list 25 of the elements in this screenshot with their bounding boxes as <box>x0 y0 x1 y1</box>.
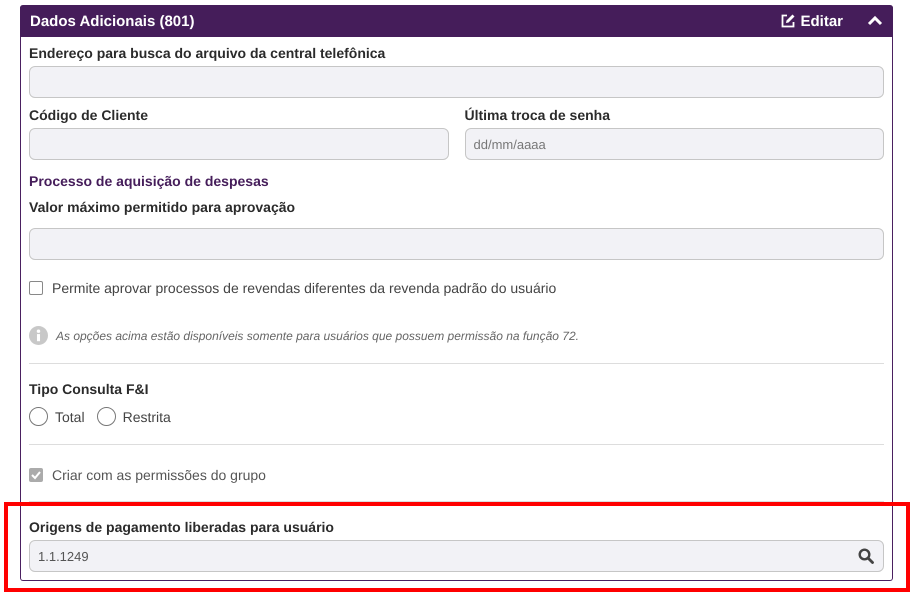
search-icon[interactable] <box>858 548 874 564</box>
radio-button[interactable] <box>29 407 48 426</box>
checkbox-label: Criar com as permissões do grupo <box>52 467 266 483</box>
input-field[interactable] <box>29 228 884 260</box>
info-icon <box>29 326 48 345</box>
field-label: Origens de pagamento liberadas para usuário <box>29 518 335 536</box>
radio-label: Restrita <box>122 408 171 424</box>
section-subheading: Processo de aquisição de despesas <box>29 172 270 190</box>
checkbox[interactable] <box>29 281 43 295</box>
field-label: Tipo Consulta F&I <box>29 380 150 398</box>
search-field[interactable]: 1.1.1249 <box>29 540 884 572</box>
edit-button[interactable]: Editar <box>780 12 843 30</box>
input-field[interactable] <box>29 66 884 98</box>
field-label: Valor máximo permitido para aprovação <box>29 198 296 216</box>
field-label: Código de Cliente <box>29 106 149 124</box>
field-label: Última troca de senha <box>464 106 612 124</box>
date-field[interactable]: dd/mm/aaaa <box>464 128 884 160</box>
radio-button[interactable] <box>96 407 116 426</box>
checkbox-label: Permite aprovar processos de revendas diferentes da revenda padrão do usuário <box>52 280 556 296</box>
radio-label: Total <box>55 408 85 424</box>
panel-title: Dados Adicionais (801) <box>30 12 196 30</box>
edit-icon <box>780 13 796 29</box>
field-label: Endereço para busca do arquivo da central telefônica <box>29 44 386 62</box>
info-text: As opções acima estão disponíveis somente para usuários que possuem permissão na função 72. <box>56 328 579 342</box>
input-field[interactable] <box>29 128 448 160</box>
